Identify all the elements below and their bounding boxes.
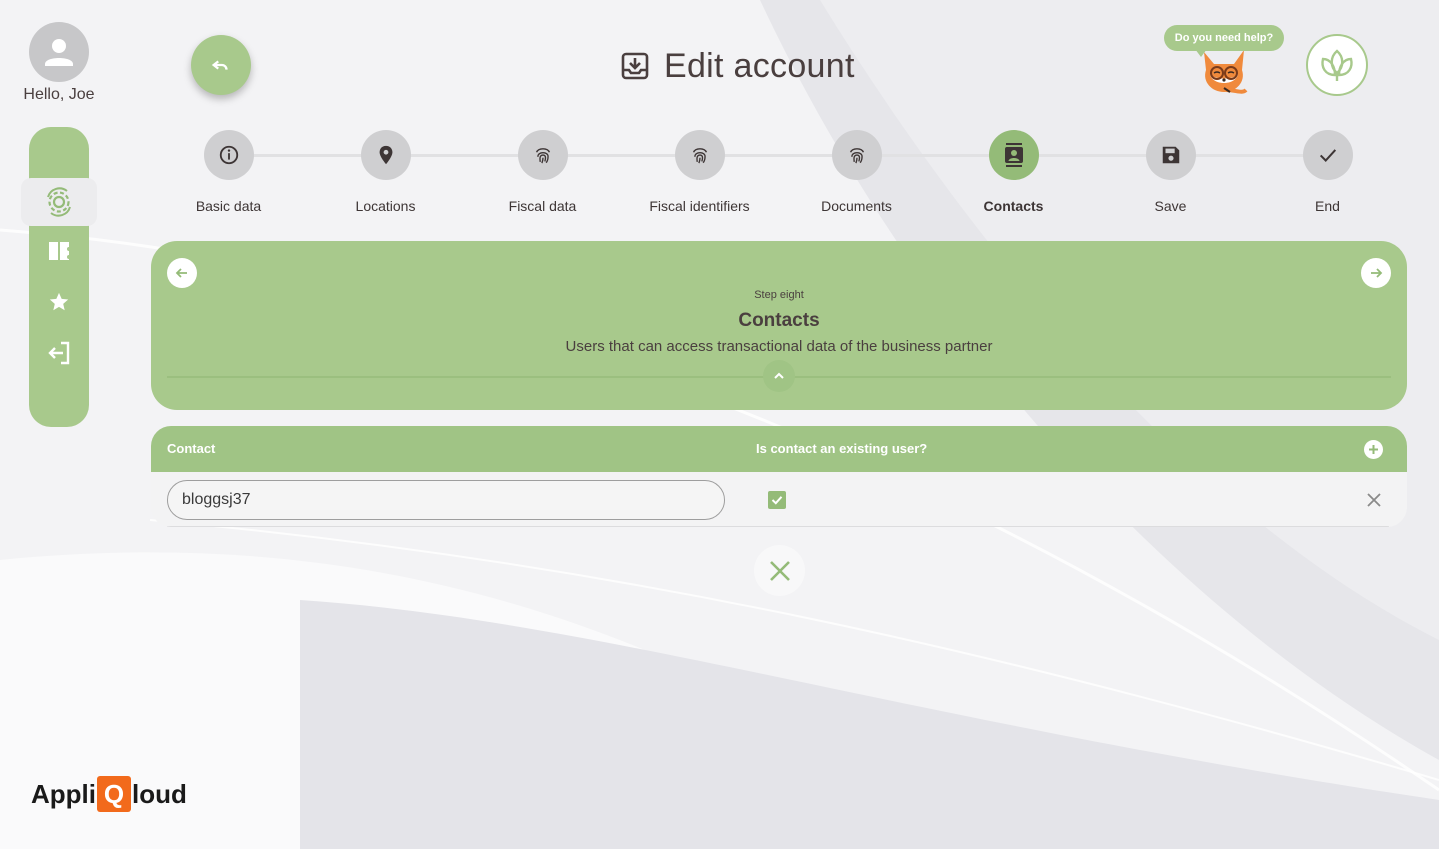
contacts-icon xyxy=(1004,143,1023,167)
stepper: Basic data Locations Fiscal data Fiscal … xyxy=(150,130,1408,220)
ticket-icon xyxy=(49,242,69,260)
person-icon xyxy=(45,39,73,66)
sidebar-item-favorites[interactable] xyxy=(29,280,89,324)
step-end[interactable]: End xyxy=(1249,130,1406,214)
plus-icon xyxy=(1369,445,1378,454)
close-icon xyxy=(769,560,790,581)
step-circle[interactable] xyxy=(360,130,411,180)
previous-step-button[interactable] xyxy=(167,258,197,288)
step-circle[interactable] xyxy=(1145,130,1196,180)
brand-suffix: loud xyxy=(132,778,187,809)
chevron-up-icon xyxy=(774,372,784,379)
step-locations[interactable]: Locations xyxy=(307,130,464,214)
help-bubble[interactable]: Do you need help? xyxy=(1164,25,1284,51)
page-title: Edit account xyxy=(620,44,855,88)
step-label: Documents xyxy=(821,198,892,214)
step-label: Contacts xyxy=(983,198,1044,214)
arrow-left-icon xyxy=(175,268,187,278)
table-row xyxy=(151,472,1407,527)
step-basic-data[interactable]: Basic data xyxy=(150,130,307,214)
step-circle[interactable] xyxy=(1302,130,1353,180)
step-description: Users that can access transactional data… xyxy=(565,338,993,355)
step-eyebrow: Step eight xyxy=(754,289,804,301)
location-pin-icon xyxy=(379,145,392,165)
cancel-button[interactable] xyxy=(754,545,805,596)
download-box-icon xyxy=(621,52,649,80)
leaf-logo-icon xyxy=(1321,49,1353,81)
add-contact-button[interactable] xyxy=(1364,440,1383,459)
fingerprint-icon xyxy=(692,148,707,164)
star-icon xyxy=(49,292,69,311)
collapse-panel-button[interactable] xyxy=(763,360,795,392)
step-circle[interactable] xyxy=(988,130,1039,180)
company-logo xyxy=(1306,34,1368,96)
undo-icon xyxy=(211,60,228,70)
step-contacts[interactable]: Contacts xyxy=(935,130,1092,214)
brand-prefix: Appli xyxy=(31,778,96,809)
step-label: Fiscal data xyxy=(508,198,577,214)
column-header-existing-user: Is contact an existing user? xyxy=(756,441,928,456)
avatar[interactable] xyxy=(29,22,89,82)
step-circle[interactable] xyxy=(203,130,254,180)
brand-mark: Q xyxy=(97,776,131,812)
page-title-text: Edit account xyxy=(664,46,855,85)
close-icon xyxy=(1367,493,1381,507)
fingerprint-icon xyxy=(535,148,550,164)
help-bubble-tail xyxy=(1195,49,1207,57)
info-icon xyxy=(219,145,238,165)
step-label: Save xyxy=(1154,198,1187,214)
step-circle[interactable] xyxy=(517,130,568,180)
step-label: End xyxy=(1315,198,1340,214)
existing-user-checkbox[interactable] xyxy=(768,491,786,509)
appliqloud-logo: Appli Qloud xyxy=(31,776,187,812)
column-header-contact: Contact xyxy=(167,441,216,456)
step-info-panel: Step eight Contacts Users that can acces… xyxy=(151,241,1407,410)
sidebar-item-tickets[interactable] xyxy=(29,229,89,273)
fingerprint-icon xyxy=(849,148,864,164)
step-fiscal-data[interactable]: Fiscal data xyxy=(464,130,621,214)
sidebar xyxy=(21,127,97,427)
step-label: Fiscal identifiers xyxy=(649,198,750,214)
logout-icon xyxy=(48,341,70,365)
row-divider xyxy=(167,526,1389,527)
step-circle[interactable] xyxy=(831,130,882,180)
step-documents[interactable]: Documents xyxy=(778,130,935,214)
sidebar-item-logout[interactable] xyxy=(29,331,89,375)
user-profile[interactable]: Hello, Joe xyxy=(18,22,100,104)
user-greeting: Hello, Joe xyxy=(23,86,95,103)
background-swoosh xyxy=(0,0,1439,849)
gear-sync-icon xyxy=(47,187,71,217)
sidebar-item-settings[interactable] xyxy=(21,178,97,226)
delete-row-button[interactable] xyxy=(1363,489,1385,511)
arrow-right-icon xyxy=(1371,268,1383,278)
back-button[interactable] xyxy=(191,35,251,95)
check-icon xyxy=(771,496,783,505)
contacts-table: Contact Is contact an existing user? xyxy=(151,426,1407,527)
table-header: Contact Is contact an existing user? xyxy=(151,426,1407,472)
contact-input[interactable] xyxy=(167,480,725,520)
step-label: Basic data xyxy=(195,198,262,214)
step-circle[interactable] xyxy=(674,130,725,180)
save-icon xyxy=(1162,146,1179,164)
step-fiscal-identifiers[interactable]: Fiscal identifiers xyxy=(621,130,778,214)
step-label: Locations xyxy=(355,198,416,214)
step-save[interactable]: Save xyxy=(1092,130,1249,214)
check-icon xyxy=(1319,149,1336,162)
step-title: Contacts xyxy=(738,310,820,331)
next-step-button[interactable] xyxy=(1361,258,1391,288)
